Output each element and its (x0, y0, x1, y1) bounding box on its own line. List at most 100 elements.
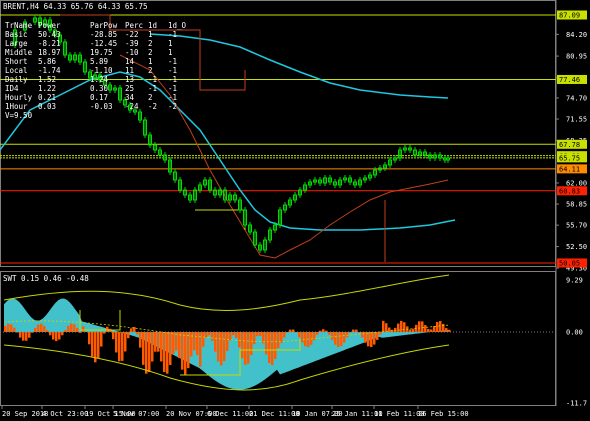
price-tag-label: 60.83 (559, 187, 580, 195)
price-tag-label: 64.11 (559, 165, 580, 173)
table-cell: -1 (168, 66, 177, 75)
swt-bar (52, 332, 55, 340)
ma-slow-upper (149, 33, 449, 99)
swt-bar (334, 332, 337, 345)
time-label: 26 Feb 15:00 (418, 410, 469, 418)
table-cell: 5.89 (90, 57, 108, 66)
main-panel[interactable] (0, 0, 556, 267)
sub-axis-label: -11.7 (566, 400, 587, 408)
swt-bar (259, 332, 262, 336)
price-label: 71.55 (566, 116, 587, 124)
price-candles (13, 15, 450, 253)
swt-bar (139, 332, 142, 348)
swt-bar (157, 332, 160, 352)
swt-bar (424, 325, 427, 332)
price-label: 58.85 (566, 201, 587, 209)
swt-bar (160, 332, 163, 362)
swt-bar (439, 320, 442, 332)
swt-histogram (0, 298, 556, 390)
swt-bar (142, 332, 145, 365)
swt-bar (181, 332, 184, 370)
table-cell: 0.30 (90, 84, 109, 93)
table-cell: -2 (148, 102, 157, 111)
swt-bar (226, 332, 229, 351)
table-cell: 2 (148, 66, 153, 75)
swt-bar (238, 332, 241, 348)
swt-bar (13, 327, 16, 332)
table-cell: 0.21 (38, 93, 56, 102)
swt-bar (268, 332, 271, 364)
table-cell: Daily (5, 75, 28, 84)
swt-bar (70, 323, 73, 332)
table-cell: 0.03 (38, 102, 56, 111)
swt-bar (343, 332, 346, 343)
time-axis: 20 Sep 20184 Oct 23:0019 Oct 15:005 Nov … (1, 406, 469, 418)
swt-bar (367, 332, 370, 347)
swt-bar (304, 332, 307, 347)
table-cell: -1 (168, 57, 177, 66)
swt-bar (37, 324, 40, 332)
sub-axis: 9.29 0.00 -11.7 (566, 277, 587, 408)
swt-bar (442, 323, 445, 332)
swt-bar (313, 332, 316, 341)
swt-bar (433, 326, 436, 332)
swt-bar (76, 327, 79, 332)
swt-bar (178, 332, 181, 359)
swt-bar (169, 332, 172, 365)
table-cell: ID4 (5, 84, 19, 93)
price-tag-label: 87.09 (559, 12, 580, 20)
table-cell: -1 (168, 75, 177, 84)
swt-bar (115, 332, 118, 353)
swt-bar (10, 324, 13, 332)
swt-bar (244, 332, 247, 365)
swt-bar (7, 323, 10, 332)
table-header: TrName (5, 21, 33, 30)
swt-bar (235, 332, 238, 338)
swt-bar (250, 332, 253, 356)
swt-bar (49, 332, 52, 336)
swt-bar (145, 332, 148, 374)
swt-bar (127, 332, 130, 339)
swt-bar (40, 323, 43, 332)
step-line (195, 209, 246, 230)
swt-bar (214, 332, 217, 352)
swt-bar (277, 332, 280, 349)
swt-bar (223, 332, 226, 362)
table-cell: -10 (125, 48, 139, 57)
time-label: 5 Nov 07:00 (113, 410, 159, 418)
swt-bar (55, 332, 58, 342)
swt-bar (274, 332, 277, 359)
table-cell: -24 (125, 102, 139, 111)
price-label: 55.70 (566, 222, 587, 230)
table-cell: 34 (125, 93, 135, 102)
swt-bar (88, 332, 91, 345)
swt-bar (256, 332, 259, 337)
table-cell: 2 (148, 93, 153, 102)
swt-bar (154, 332, 157, 352)
swt-bar (376, 332, 379, 340)
table-cell: 2 (148, 39, 153, 48)
swt-bar (118, 332, 121, 362)
swt-bar (25, 332, 28, 341)
swt-bar (19, 332, 22, 338)
table-cell: 19.75 (90, 48, 113, 57)
table-cell: 1 (168, 39, 173, 48)
table-header: Power (38, 21, 61, 30)
table-cell: 50.43 (38, 30, 61, 39)
swt-bar (202, 332, 205, 347)
swt-bar (130, 328, 133, 332)
table-cell: 1.22 (38, 84, 56, 93)
swt-bar (28, 332, 31, 338)
price-label: 62.00 (566, 179, 587, 187)
symbol-header: BRENT,H4 64.33 65.76 64.33 65.75 (3, 2, 148, 11)
swt-bar (370, 332, 373, 348)
swt-bar (403, 322, 406, 332)
table-cell: -22 (125, 30, 139, 39)
table-cell: Basic (5, 30, 28, 39)
table-cell: 1.24 (90, 75, 109, 84)
swt-bar (271, 332, 274, 366)
swt-bar (67, 325, 70, 332)
swt-bar (22, 332, 25, 341)
table-cell: 14 (125, 57, 135, 66)
table-cell: Short (5, 57, 28, 66)
